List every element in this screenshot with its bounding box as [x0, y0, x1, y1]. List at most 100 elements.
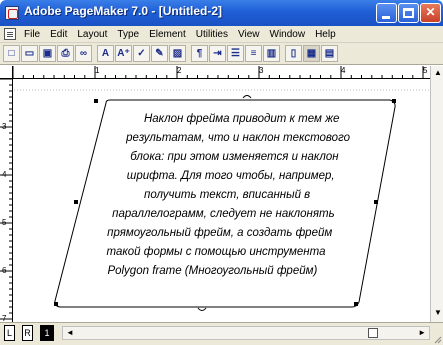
frame-text-line: шрифта. Для того чтобы, например,: [127, 170, 335, 182]
text-tool-button[interactable]: A: [97, 45, 114, 62]
paragraph-icon: ¶: [196, 48, 203, 59]
hyphenation-button[interactable]: ✎: [151, 45, 168, 62]
page-setup-button[interactable]: ▯: [285, 45, 302, 62]
top-windowshade-handle: [242, 95, 252, 99]
document-canvas[interactable]: Наклон фрейма приводит к тем же результат…: [14, 80, 430, 322]
bullets-button[interactable]: ☰: [227, 45, 244, 62]
open-button[interactable]: ▭: [21, 45, 38, 62]
menu-file[interactable]: File: [19, 29, 45, 40]
scroll-left-arrow-icon[interactable]: ◄: [66, 328, 74, 337]
ruler-label: 4: [2, 170, 7, 179]
resize-grip-icon[interactable]: [432, 334, 442, 344]
horizontal-ruler[interactable]: 1 2 3 4 5: [13, 66, 430, 79]
indent-button[interactable]: ⇥: [209, 45, 226, 62]
menu-window[interactable]: Window: [265, 29, 311, 40]
minimize-button[interactable]: [376, 3, 397, 23]
image-icon: ▨: [172, 48, 183, 59]
selection-handle: [74, 200, 78, 204]
ruler-origin[interactable]: [0, 66, 13, 79]
menu-edit[interactable]: Edit: [45, 29, 72, 40]
scroll-right-arrow-icon[interactable]: ►: [418, 328, 426, 337]
frame-text-block: Наклон фрейма приводит к тем же результат…: [107, 113, 351, 277]
menu-layout[interactable]: Layout: [72, 29, 112, 40]
bottom-windowshade-handle: [197, 307, 207, 311]
menu-type[interactable]: Type: [112, 29, 144, 40]
columns-icon: ▥: [266, 48, 277, 59]
page-navigation-bar: L R 1 ◄ ►: [0, 322, 443, 345]
text-superscript-button[interactable]: A⁺: [115, 45, 132, 62]
selection-handle: [94, 99, 98, 103]
selection-handle: [354, 302, 358, 306]
ruler-label: 3: [259, 66, 264, 75]
columns-button[interactable]: ▥: [263, 45, 280, 62]
scroll-down-arrow-icon[interactable]: ▼: [434, 308, 442, 317]
left-master-page-icon[interactable]: L: [4, 325, 15, 341]
frame-text-line: такой формы с помощью инструмента: [107, 246, 326, 258]
selection-handle: [374, 200, 378, 204]
print-button[interactable]: ⎙: [57, 45, 74, 62]
frame-text-line: Наклон фрейма приводит к тем же: [144, 113, 339, 125]
pagemaker-app-icon[interactable]: [5, 6, 19, 20]
save-icon: ▣: [42, 48, 53, 59]
ruler-label: 2: [177, 66, 182, 75]
page-icon: ▯: [290, 48, 297, 59]
open-folder-icon: ▭: [24, 48, 35, 59]
new-document-button[interactable]: □: [3, 45, 20, 62]
close-icon: ✕: [425, 5, 436, 19]
horizontal-ruler-ticks: [13, 66, 424, 79]
maximize-icon: [403, 8, 414, 18]
ruler-label: 5: [423, 66, 428, 75]
selection-handle: [392, 99, 396, 103]
vertical-ruler-ticks: [0, 79, 13, 320]
text-tool-icon: A: [101, 48, 110, 59]
find-button[interactable]: ∞: [75, 45, 92, 62]
styles-icon: ▤: [324, 48, 335, 59]
document-control-icon[interactable]: [4, 28, 16, 40]
save-button[interactable]: ▣: [39, 45, 56, 62]
ruler-label: 3: [2, 122, 7, 131]
menu-view[interactable]: View: [233, 29, 265, 40]
frame-text-line: получить текст, вписанный в: [144, 189, 310, 201]
menu-bar: File Edit Layout Type Element Utilities …: [0, 26, 443, 43]
ruler-label: 4: [341, 66, 346, 75]
maximize-button[interactable]: [398, 3, 419, 23]
indent-icon: ⇥: [213, 48, 222, 59]
styles-button[interactable]: ▤: [321, 45, 338, 62]
vertical-ruler[interactable]: 3 4 5 6 7: [0, 79, 13, 323]
menu-element[interactable]: Element: [144, 29, 191, 40]
frame-text-line: прямоугольный фрейм, а создать фрейм: [107, 227, 332, 239]
ruler-label: 6: [2, 266, 7, 275]
frame-graphics: Наклон фрейма приводит к тем же результат…: [14, 89, 430, 311]
bullets-icon: ☰: [231, 48, 240, 59]
ruler-label: 1: [95, 66, 100, 75]
frame-text-line: блока: при этом изменяется и наклон: [130, 151, 339, 163]
frame-text-line: параллелограмм, следует не наклонять: [112, 208, 334, 220]
toolbar: □ ▭ ▣ ⎙ ∞ A A⁺ ✓ ✎ ▨ ¶ ⇥ ☰ ≡ ▥ ▯ ▦ ▤: [0, 43, 443, 65]
frame-text-line: результатам, что и наклон текстового: [125, 132, 350, 144]
right-master-page-icon[interactable]: R: [22, 325, 33, 341]
vertical-scrollbar[interactable]: ▲ ▼: [430, 66, 443, 322]
text-superscript-icon: A⁺: [117, 48, 130, 59]
frame-text-line: Polygon frame (Многоугольный фрейм): [107, 265, 317, 277]
spell-check-button[interactable]: ✓: [133, 45, 150, 62]
hyphenation-icon: ✎: [155, 48, 164, 59]
title-bar[interactable]: Adobe PageMaker 7.0 - [Untitled-2] ✕: [0, 0, 443, 26]
menu-help[interactable]: Help: [310, 29, 341, 40]
story-editor-button[interactable]: ▦: [303, 45, 320, 62]
print-icon: ⎙: [61, 48, 70, 59]
scroll-thumb[interactable]: [368, 328, 378, 338]
close-button[interactable]: ✕: [420, 3, 441, 23]
new-document-icon: □: [8, 48, 15, 59]
selection-handle: [54, 302, 58, 306]
window-title: Adobe PageMaker 7.0 - [Untitled-2]: [24, 4, 223, 18]
scroll-up-arrow-icon[interactable]: ▲: [434, 68, 442, 77]
page-1-icon[interactable]: 1: [40, 325, 54, 341]
minimize-icon: [382, 16, 390, 19]
align-button[interactable]: ≡: [245, 45, 262, 62]
image-button[interactable]: ▨: [169, 45, 186, 62]
menu-utilities[interactable]: Utilities: [191, 29, 233, 40]
horizontal-scrollbar[interactable]: ◄ ►: [62, 326, 430, 340]
paragraph-button[interactable]: ¶: [191, 45, 208, 62]
align-icon: ≡: [250, 48, 257, 59]
spell-check-icon: ✓: [137, 48, 146, 59]
